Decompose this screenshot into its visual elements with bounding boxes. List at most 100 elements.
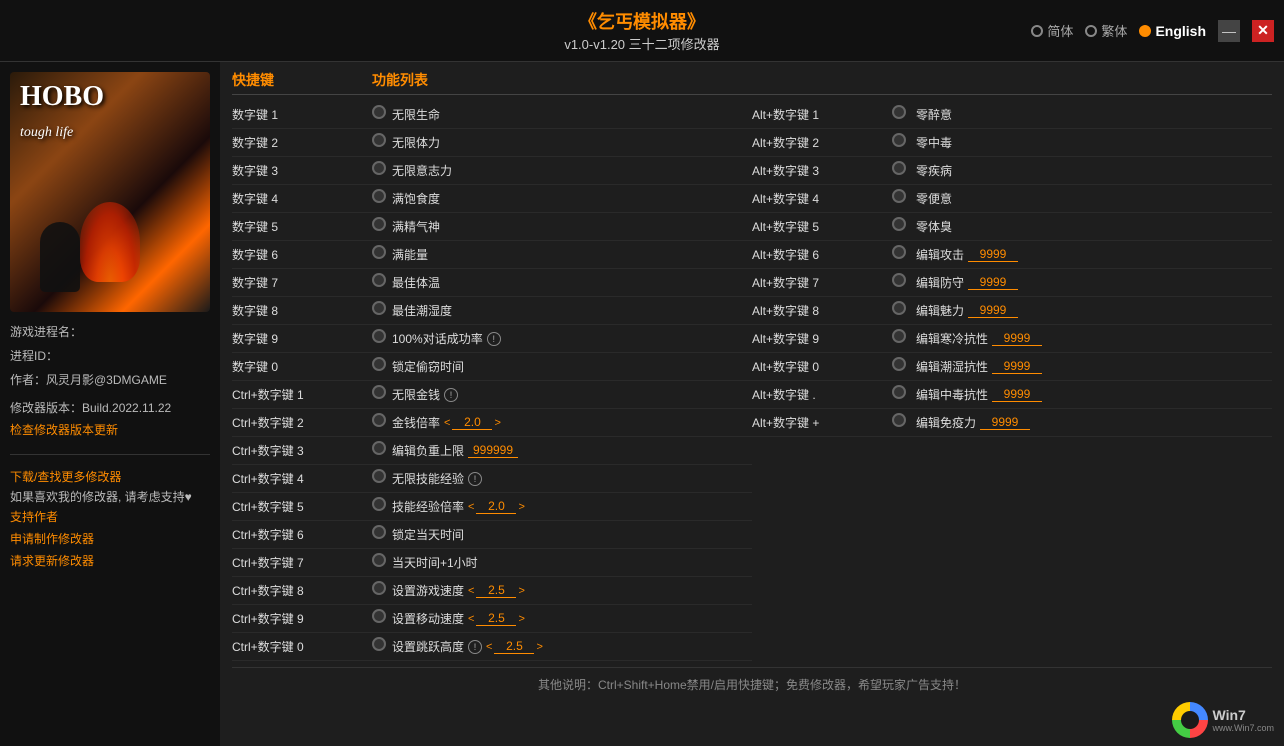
- right-toggle-2[interactable]: [892, 161, 916, 180]
- footer-note: 其他说明：Ctrl+Shift+Home禁用/启用快捷键；免费修改器，希望玩家广…: [232, 667, 1272, 695]
- right-edit-value-9[interactable]: 9999: [992, 359, 1042, 374]
- value-left-arrow-18[interactable]: <: [468, 613, 474, 625]
- col-feature-header: 功能列表: [372, 70, 730, 90]
- toggle-7[interactable]: [372, 301, 392, 320]
- feature-1: 无限体力: [392, 134, 752, 151]
- info-icon-19[interactable]: !: [468, 640, 482, 654]
- right-edit-value-6[interactable]: 9999: [968, 275, 1018, 290]
- toggle-6[interactable]: [372, 273, 392, 292]
- right-toggle-4[interactable]: [892, 217, 916, 236]
- value-left-arrow-11[interactable]: <: [444, 417, 450, 429]
- toggle-17[interactable]: [372, 581, 392, 600]
- info-icon-8[interactable]: !: [487, 332, 501, 346]
- toggle-13[interactable]: [372, 469, 392, 488]
- right-feature-6: 编辑防守9999: [916, 274, 1272, 291]
- shortcut-15: Ctrl+数字键 6: [232, 526, 372, 543]
- value-right-arrow-19[interactable]: >: [536, 641, 542, 653]
- right-feature-1: 零中毒: [916, 134, 1272, 151]
- right-toggle-7[interactable]: [892, 301, 916, 320]
- toggle-12[interactable]: [372, 441, 392, 460]
- right-panel: 快捷键 功能列表 数字键 1无限生命数字键 2无限体力数字键 3无限意志力数字键…: [220, 62, 1284, 746]
- toggle-18[interactable]: [372, 609, 392, 628]
- toggle-5[interactable]: [372, 245, 392, 264]
- value-box-19: 2.5: [494, 639, 534, 654]
- right-toggle-3[interactable]: [892, 189, 916, 208]
- support-text: 如果喜欢我的修改器, 请考虑支持♥: [10, 488, 210, 507]
- info-icon-10[interactable]: !: [444, 388, 458, 402]
- right-edit-value-10[interactable]: 9999: [992, 387, 1042, 402]
- value-right-arrow-18[interactable]: >: [518, 613, 524, 625]
- check-update-link[interactable]: 检查修改器版本更新: [10, 420, 210, 442]
- toggle-0[interactable]: [372, 105, 392, 124]
- left-row-10: Ctrl+数字键 1无限金钱!: [232, 381, 752, 409]
- right-toggle-0[interactable]: [892, 105, 916, 124]
- toggle-14[interactable]: [372, 497, 392, 516]
- right-toggle-9[interactable]: [892, 357, 916, 376]
- right-shortcut-10: Alt+数字键 .: [752, 386, 892, 403]
- lang-traditional[interactable]: 繁体: [1085, 21, 1127, 40]
- left-row-14: Ctrl+数字键 5技能经验倍率<2.0>: [232, 493, 752, 521]
- toggle-3[interactable]: [372, 189, 392, 208]
- lang-english[interactable]: English: [1139, 23, 1206, 39]
- right-edit-value-7[interactable]: 9999: [968, 303, 1018, 318]
- lang-simplified[interactable]: 简体: [1031, 21, 1073, 40]
- value-box-14: 2.0: [476, 499, 516, 514]
- toggle-1[interactable]: [372, 133, 392, 152]
- toggle-16[interactable]: [372, 553, 392, 572]
- right-shortcut-5: Alt+数字键 6: [752, 246, 892, 263]
- edit-value-12[interactable]: 999999: [468, 443, 518, 458]
- value-left-arrow-14[interactable]: <: [468, 501, 474, 513]
- toggle-8[interactable]: [372, 329, 392, 348]
- value-display-11: <2.0>: [444, 415, 501, 430]
- download-link[interactable]: 下载/查找更多修改器: [10, 467, 210, 489]
- feature-19: 设置跳跃高度!<2.5>: [392, 638, 752, 655]
- right-toggle-1[interactable]: [892, 133, 916, 152]
- game-title-art: HOBOtough life: [20, 82, 104, 144]
- lang-english-label: English: [1155, 23, 1206, 39]
- support-author-link[interactable]: 支持作者: [10, 507, 210, 529]
- right-toggle-11[interactable]: [892, 413, 916, 432]
- right-rows: Alt+数字键 1零醉意Alt+数字键 2零中毒Alt+数字键 3零疾病Alt+…: [752, 101, 1272, 661]
- shortcut-12: Ctrl+数字键 3: [232, 442, 372, 459]
- minimize-button[interactable]: —: [1218, 20, 1240, 42]
- right-edit-value-11[interactable]: 9999: [980, 415, 1030, 430]
- right-toggle-10[interactable]: [892, 385, 916, 404]
- toggle-11[interactable]: [372, 413, 392, 432]
- shortcut-5: 数字键 6: [232, 246, 372, 263]
- value-left-arrow-19[interactable]: <: [486, 641, 492, 653]
- fire-decoration: [80, 202, 140, 282]
- toggle-9[interactable]: [372, 357, 392, 376]
- right-feature-8: 编辑寒冷抗性9999: [916, 330, 1272, 347]
- win7-text: Win7: [1212, 707, 1274, 723]
- info-icon-13[interactable]: !: [468, 472, 482, 486]
- process-info: 游戏进程名： 进程ID： 作者：风灵月影@3DMGAME 修改器版本：Build…: [10, 320, 210, 442]
- right-row-0: Alt+数字键 1零醉意: [752, 101, 1272, 129]
- toggle-2[interactable]: [372, 161, 392, 180]
- right-row-5: Alt+数字键 6编辑攻击9999: [752, 241, 1272, 269]
- lang-simplified-label: 简体: [1047, 21, 1073, 40]
- right-row-6: Alt+数字键 7编辑防守9999: [752, 269, 1272, 297]
- value-right-arrow-17[interactable]: >: [518, 585, 524, 597]
- right-edit-value-8[interactable]: 9999: [992, 331, 1042, 346]
- table-header: 快捷键 功能列表: [232, 70, 1272, 95]
- value-right-arrow-11[interactable]: >: [494, 417, 500, 429]
- header-title: 《乞丐模拟器》 v1.0-v1.20 三十二项修改器: [564, 8, 719, 53]
- right-toggle-5[interactable]: [892, 245, 916, 264]
- divider: [10, 454, 210, 455]
- shortcut-13: Ctrl+数字键 4: [232, 470, 372, 487]
- toggle-19[interactable]: [372, 637, 392, 656]
- request-trainer-link[interactable]: 申请制作修改器: [10, 529, 210, 551]
- value-right-arrow-14[interactable]: >: [518, 501, 524, 513]
- right-toggle-6[interactable]: [892, 273, 916, 292]
- toggle-4[interactable]: [372, 217, 392, 236]
- right-edit-value-5[interactable]: 9999: [968, 247, 1018, 262]
- toggle-15[interactable]: [372, 525, 392, 544]
- request-update-link[interactable]: 请求更新修改器: [10, 551, 210, 573]
- right-toggle-8[interactable]: [892, 329, 916, 348]
- right-row-2: Alt+数字键 3零疾病: [752, 157, 1272, 185]
- toggle-10[interactable]: [372, 385, 392, 404]
- shortcut-4: 数字键 5: [232, 218, 372, 235]
- value-left-arrow-17[interactable]: <: [468, 585, 474, 597]
- author-label: 作者：风灵月影@3DMGAME: [10, 368, 210, 392]
- close-button[interactable]: ✕: [1252, 20, 1274, 42]
